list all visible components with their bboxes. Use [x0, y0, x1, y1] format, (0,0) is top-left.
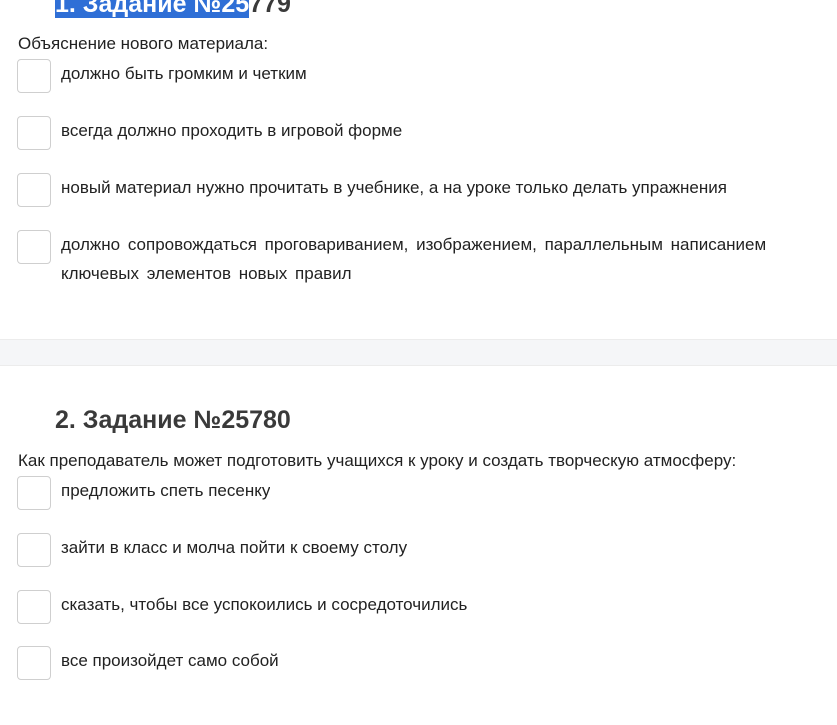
task-1-option-1-label: должно быть громким и четким: [61, 64, 307, 83]
task-2-option-4[interactable]: все произойдет само собой: [17, 646, 837, 680]
task-2-option-2[interactable]: зайти в класс и молча пойти к своему сто…: [17, 533, 837, 567]
task-2-question: Как преподаватель может подготовить учащ…: [18, 451, 737, 470]
task-2-option-4-checkbox[interactable]: [17, 646, 51, 680]
task-2-option-2-checkbox[interactable]: [17, 533, 51, 567]
task-2-option-3[interactable]: сказать, чтобы все успокоились и сосредо…: [17, 590, 837, 624]
task-1-option-2-label: всегда должно проходить в игровой форме: [61, 121, 403, 140]
task-2-option-1-label: предложить спеть песенку: [61, 481, 271, 500]
task-1-option-1[interactable]: должно быть громким и четким: [17, 59, 837, 93]
task-2-option-1-checkbox[interactable]: [17, 476, 51, 510]
task-1-option-3-label: новый материал нужно прочитать в учебник…: [61, 178, 727, 197]
task-1-option-3-checkbox[interactable]: [17, 173, 51, 207]
task-1-title-rest: 779: [249, 0, 291, 18]
task-1-title-selected-text: 1. Задание №25: [55, 0, 250, 18]
task-1-question: Объяснение нового материала:: [18, 34, 269, 53]
task-1-option-3[interactable]: новый материал нужно прочитать в учебник…: [17, 173, 837, 207]
task-2-title: 2. Задание №25780: [55, 406, 291, 434]
task-1-option-4-label: должно сопровождаться проговариванием, и…: [61, 235, 767, 283]
section-separator: [0, 339, 837, 366]
task-1-title: 1. Задание №25779: [55, 0, 291, 19]
task-1-option-4[interactable]: должно сопровождаться проговариванием, и…: [17, 230, 837, 288]
task-1-option-2[interactable]: всегда должно проходить в игровой форме: [17, 116, 837, 150]
task-2-option-4-label: все произойдет само собой: [61, 651, 279, 670]
quiz-page: 1. Задание №25779 Объяснение нового мате…: [0, 0, 837, 725]
task-1-option-1-checkbox[interactable]: [17, 59, 51, 93]
task-1-option-4-checkbox[interactable]: [17, 230, 51, 264]
task-2-option-3-checkbox[interactable]: [17, 590, 51, 624]
task-2-option-3-label: сказать, чтобы все успокоились и сосредо…: [61, 595, 468, 614]
task-2-option-2-label: зайти в класс и молча пойти к своему сто…: [61, 538, 408, 557]
task-1-option-2-checkbox[interactable]: [17, 116, 51, 150]
task-2-option-1[interactable]: предложить спеть песенку: [17, 476, 837, 510]
